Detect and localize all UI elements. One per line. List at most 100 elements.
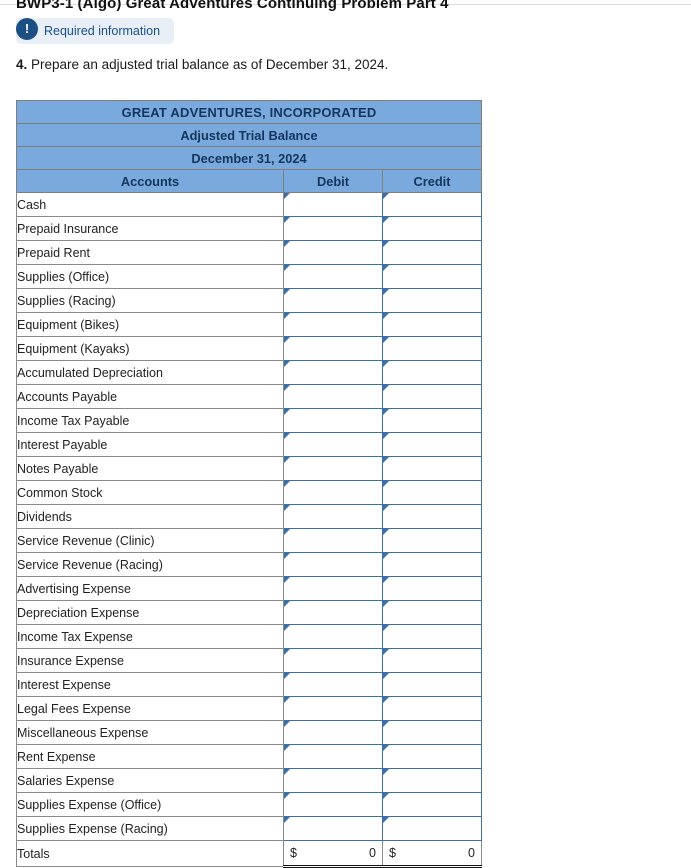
credit-input-cell[interactable] (382, 816, 482, 841)
credit-input-cell[interactable] (382, 408, 482, 433)
table-title-row-company: GREAT ADVENTURES, INCORPORATED (16, 100, 482, 124)
account-name-cell: Notes Payable (16, 456, 284, 481)
table-row: Supplies Expense (Office) (16, 792, 482, 817)
column-header-credit: Credit (382, 169, 482, 193)
cell-marker-icon (284, 769, 290, 775)
debit-input-cell[interactable] (283, 264, 383, 289)
credit-input-cell[interactable] (382, 312, 482, 337)
credit-input-cell[interactable] (382, 768, 482, 793)
credit-input-cell[interactable] (382, 648, 482, 673)
table-row: Legal Fees Expense (16, 696, 482, 721)
credit-input-cell[interactable] (382, 504, 482, 529)
account-name-cell: Income Tax Expense (16, 624, 284, 649)
credit-input-cell[interactable] (382, 672, 482, 697)
cell-marker-icon (284, 745, 290, 751)
table-row: Depreciation Expense (16, 600, 482, 625)
credit-input-cell[interactable] (382, 288, 482, 313)
table-title-row-date: December 31, 2024 (16, 146, 482, 170)
credit-input-cell[interactable] (382, 360, 482, 385)
credit-input-cell[interactable] (382, 528, 482, 553)
credit-input-cell[interactable] (382, 192, 482, 217)
debit-input-cell[interactable] (283, 648, 383, 673)
credit-input-cell[interactable] (382, 696, 482, 721)
cell-marker-icon (284, 409, 290, 415)
cell-marker-icon (284, 553, 290, 559)
credit-input-cell[interactable] (382, 240, 482, 265)
cell-marker-icon (383, 217, 389, 223)
debit-input-cell[interactable] (283, 504, 383, 529)
debit-input-cell[interactable] (283, 240, 383, 265)
credit-input-cell[interactable] (382, 216, 482, 241)
account-name-cell: Service Revenue (Racing) (16, 552, 284, 577)
cell-marker-icon (383, 433, 389, 439)
credit-input-cell[interactable] (382, 432, 482, 457)
credit-input-cell[interactable] (382, 552, 482, 577)
account-name-cell: Equipment (Kayaks) (16, 336, 284, 361)
account-name-cell: Common Stock (16, 480, 284, 505)
cell-marker-icon (284, 529, 290, 535)
debit-input-cell[interactable] (283, 216, 383, 241)
cell-marker-icon (383, 313, 389, 319)
debit-input-cell[interactable] (283, 192, 383, 217)
cell-marker-icon (284, 217, 290, 223)
debit-input-cell[interactable] (283, 456, 383, 481)
debit-input-cell[interactable] (283, 432, 383, 457)
credit-input-cell[interactable] (382, 720, 482, 745)
credit-input-cell[interactable] (382, 600, 482, 625)
debit-input-cell[interactable] (283, 768, 383, 793)
credit-input-cell[interactable] (382, 624, 482, 649)
credit-input-cell[interactable] (382, 744, 482, 769)
credit-input-cell[interactable] (382, 384, 482, 409)
cell-marker-icon (383, 769, 389, 775)
account-name-cell: Insurance Expense (16, 648, 284, 673)
cell-marker-icon (284, 577, 290, 583)
cell-marker-icon (284, 817, 290, 823)
debit-input-cell[interactable] (283, 696, 383, 721)
debit-input-cell[interactable] (283, 672, 383, 697)
table-row: Equipment (Bikes) (16, 312, 482, 337)
required-information-banner: ! Required information (16, 18, 175, 44)
table-title-row-statement: Adjusted Trial Balance (16, 123, 482, 147)
debit-input-cell[interactable] (283, 336, 383, 361)
cell-marker-icon (383, 481, 389, 487)
debit-input-cell[interactable] (283, 528, 383, 553)
table-row: Prepaid Insurance (16, 216, 482, 241)
cell-marker-icon (284, 625, 290, 631)
credit-input-cell[interactable] (382, 576, 482, 601)
cell-marker-icon (284, 649, 290, 655)
table-row: Service Revenue (Clinic) (16, 528, 482, 553)
debit-input-cell[interactable] (283, 624, 383, 649)
cell-marker-icon (284, 457, 290, 463)
debit-input-cell[interactable] (283, 576, 383, 601)
cell-marker-icon (284, 433, 290, 439)
cell-marker-icon (284, 241, 290, 247)
debit-input-cell[interactable] (283, 600, 383, 625)
debit-input-cell[interactable] (283, 816, 383, 841)
cell-marker-icon (383, 457, 389, 463)
debit-input-cell[interactable] (283, 720, 383, 745)
credit-input-cell[interactable] (382, 336, 482, 361)
table-row: Supplies Expense (Racing) (16, 816, 482, 841)
debit-input-cell[interactable] (283, 792, 383, 817)
debit-input-cell[interactable] (283, 552, 383, 577)
credit-input-cell[interactable] (382, 792, 482, 817)
statement-date: December 31, 2024 (16, 146, 482, 170)
credit-input-cell[interactable] (382, 456, 482, 481)
totals-credit-currency: $ (389, 846, 396, 860)
debit-input-cell[interactable] (283, 312, 383, 337)
debit-input-cell[interactable] (283, 360, 383, 385)
account-name-cell: Depreciation Expense (16, 600, 284, 625)
credit-input-cell[interactable] (382, 480, 482, 505)
table-row: Service Revenue (Racing) (16, 552, 482, 577)
credit-input-cell[interactable] (382, 264, 482, 289)
cell-marker-icon (284, 265, 290, 271)
cell-marker-icon (383, 601, 389, 607)
debit-input-cell[interactable] (283, 480, 383, 505)
debit-input-cell[interactable] (283, 744, 383, 769)
debit-input-cell[interactable] (283, 384, 383, 409)
debit-input-cell[interactable] (283, 408, 383, 433)
debit-input-cell[interactable] (283, 288, 383, 313)
table-row: Interest Payable (16, 432, 482, 457)
account-name-cell: Salaries Expense (16, 768, 284, 793)
account-name-cell: Prepaid Insurance (16, 216, 284, 241)
